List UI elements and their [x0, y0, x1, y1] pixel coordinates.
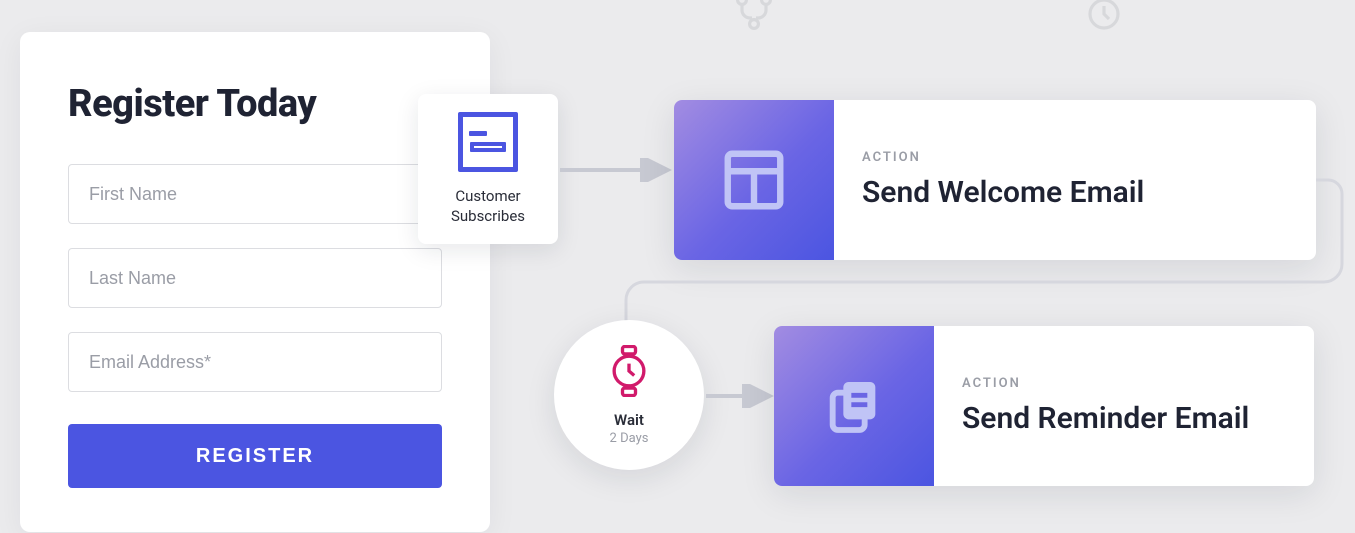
action-overline: ACTION — [962, 376, 1286, 391]
action-overline: ACTION — [862, 150, 1288, 165]
clock-icon — [1080, 0, 1128, 40]
trigger-label: Customer Subscribes — [436, 186, 540, 227]
action-reminder-email[interactable]: ACTION Send Reminder Email — [774, 326, 1314, 486]
layout-icon — [674, 100, 834, 260]
email-field[interactable] — [68, 332, 442, 392]
action-welcome-email[interactable]: ACTION Send Welcome Email — [674, 100, 1316, 260]
first-name-field[interactable] — [68, 164, 442, 224]
trigger-customer-subscribes[interactable]: Customer Subscribes — [418, 94, 558, 244]
arrow-trigger-to-welcome — [560, 158, 676, 182]
register-title: Register Today — [68, 82, 442, 126]
register-button[interactable]: REGISTER — [68, 424, 442, 488]
watch-icon — [606, 345, 652, 401]
arrow-wait-to-reminder — [706, 384, 778, 408]
wait-sub: 2 Days — [610, 431, 649, 446]
branch-icon — [730, 0, 778, 40]
form-icon — [458, 112, 518, 172]
action-welcome-title: Send Welcome Email — [862, 175, 1288, 210]
wait-node[interactable]: Wait 2 Days — [554, 320, 704, 470]
action-reminder-title: Send Reminder Email — [962, 401, 1286, 436]
last-name-field[interactable] — [68, 248, 442, 308]
copy-icon — [774, 326, 934, 486]
wait-label: Wait — [614, 411, 644, 429]
